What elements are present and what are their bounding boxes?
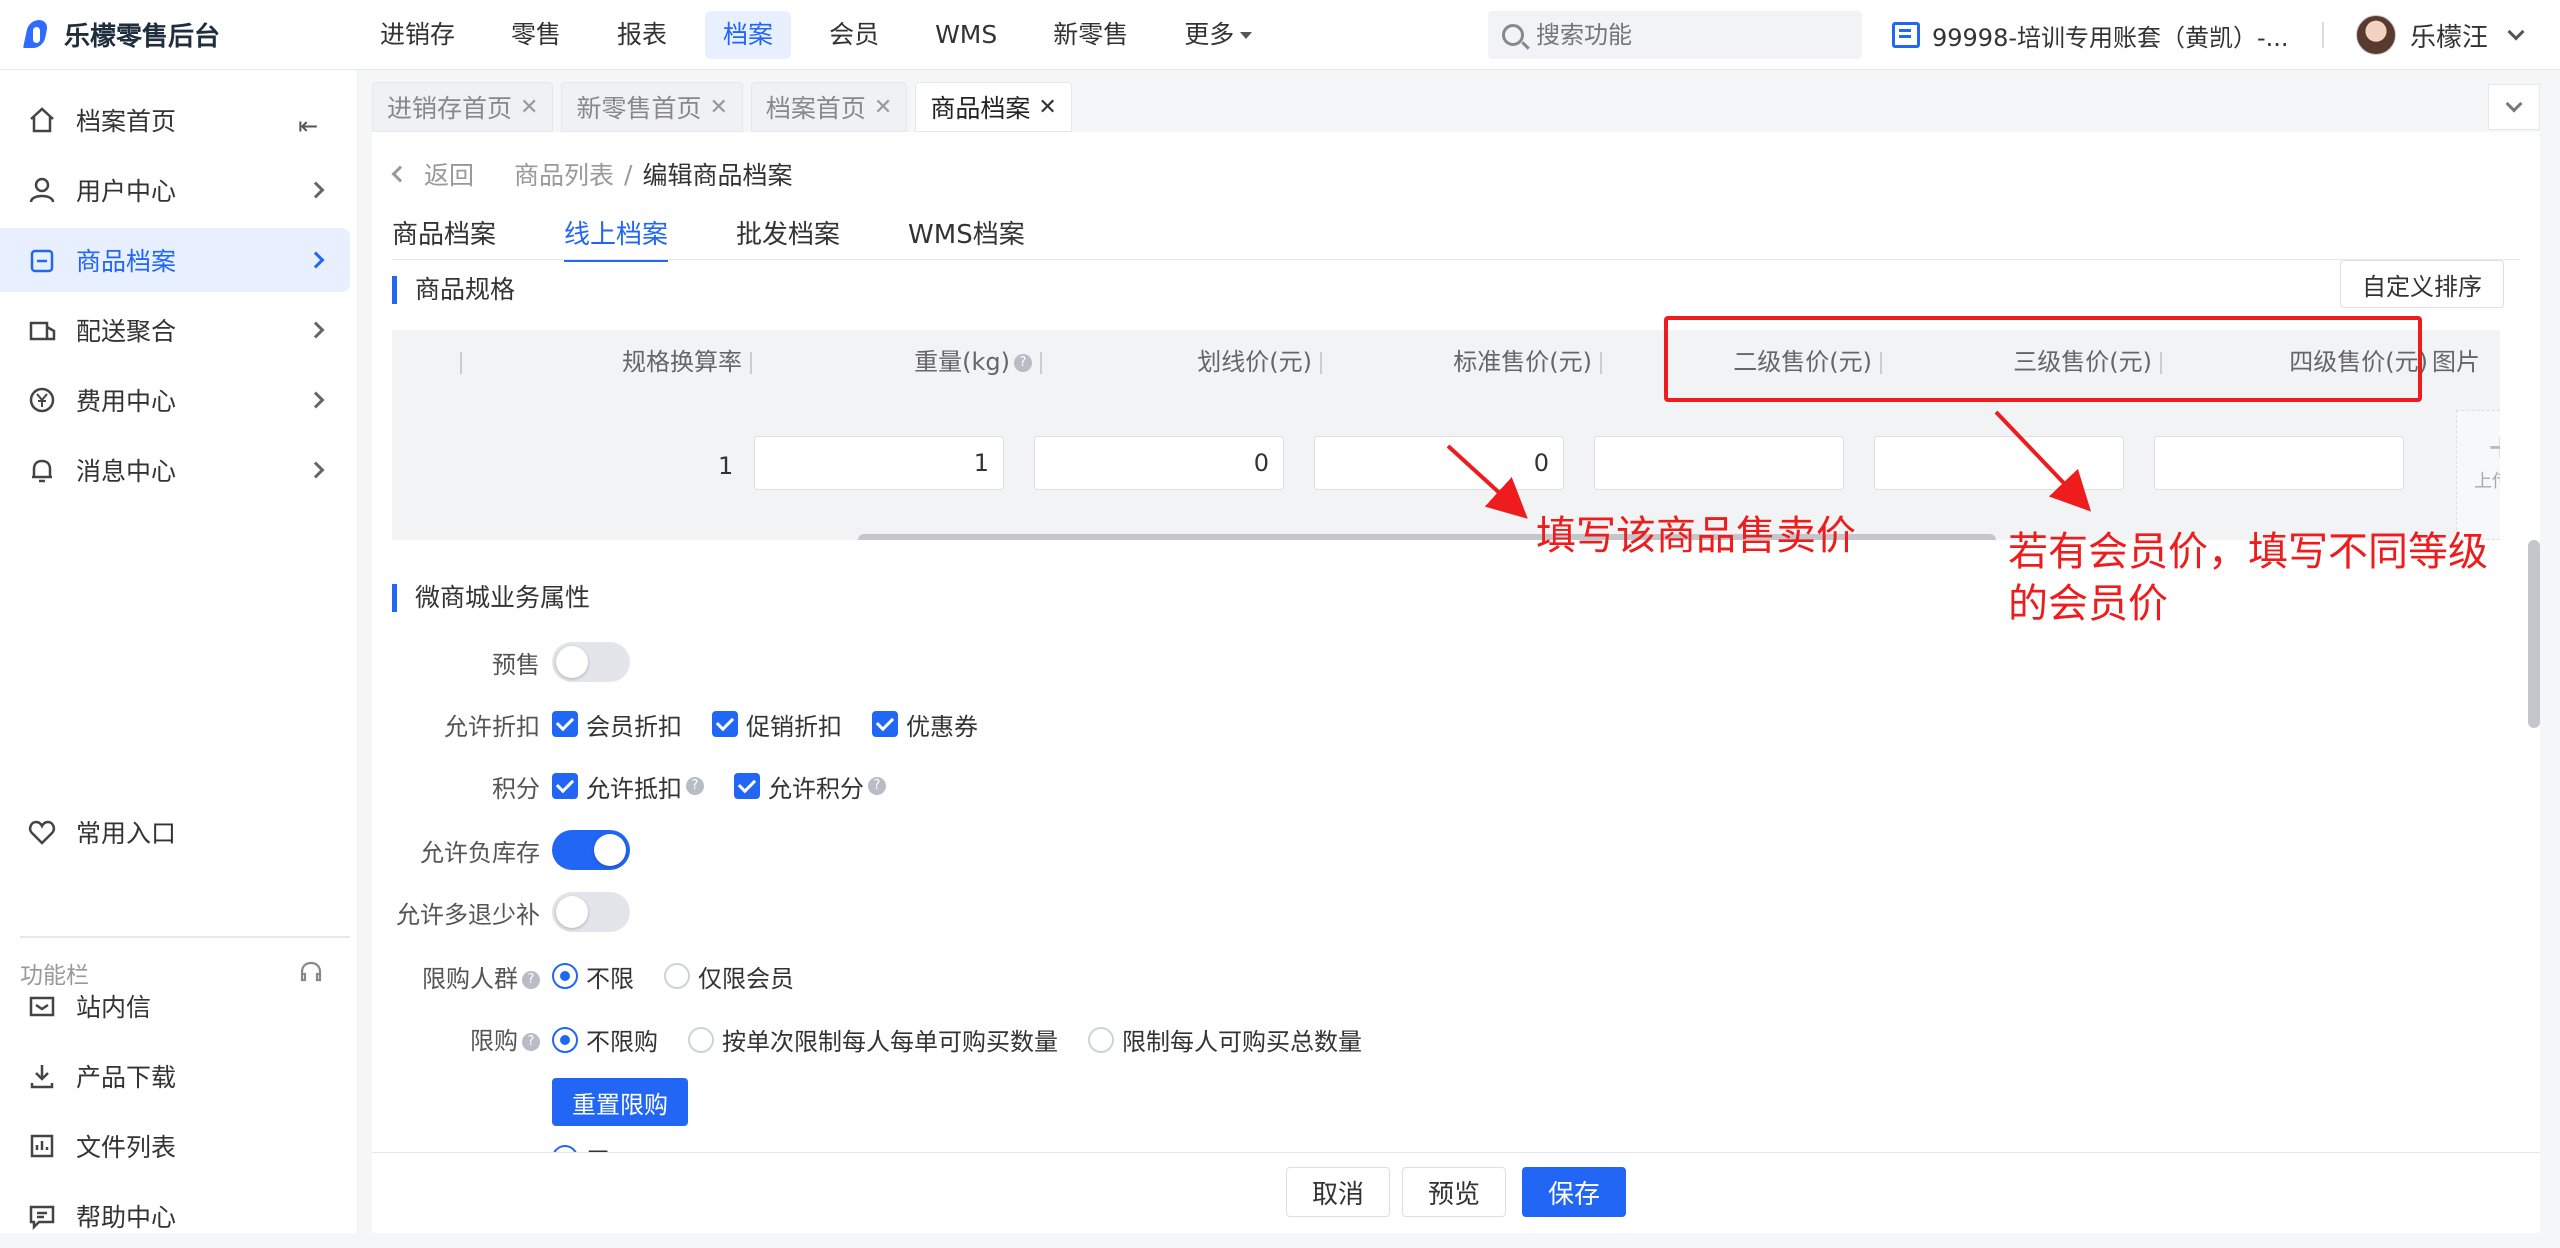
annotation-member-price-line2: 的会员价 — [2008, 581, 2168, 627]
annotation-member-price-line1: 若有会员价，填写不同等级 — [2008, 529, 2488, 575]
annotation-arrows — [1446, 410, 2092, 519]
annotation-sell-price: 填写该商品售卖价 — [1536, 513, 1856, 559]
arrow-from-member-box — [1994, 410, 2092, 512]
arrow-to-std-price — [1446, 444, 1528, 519]
